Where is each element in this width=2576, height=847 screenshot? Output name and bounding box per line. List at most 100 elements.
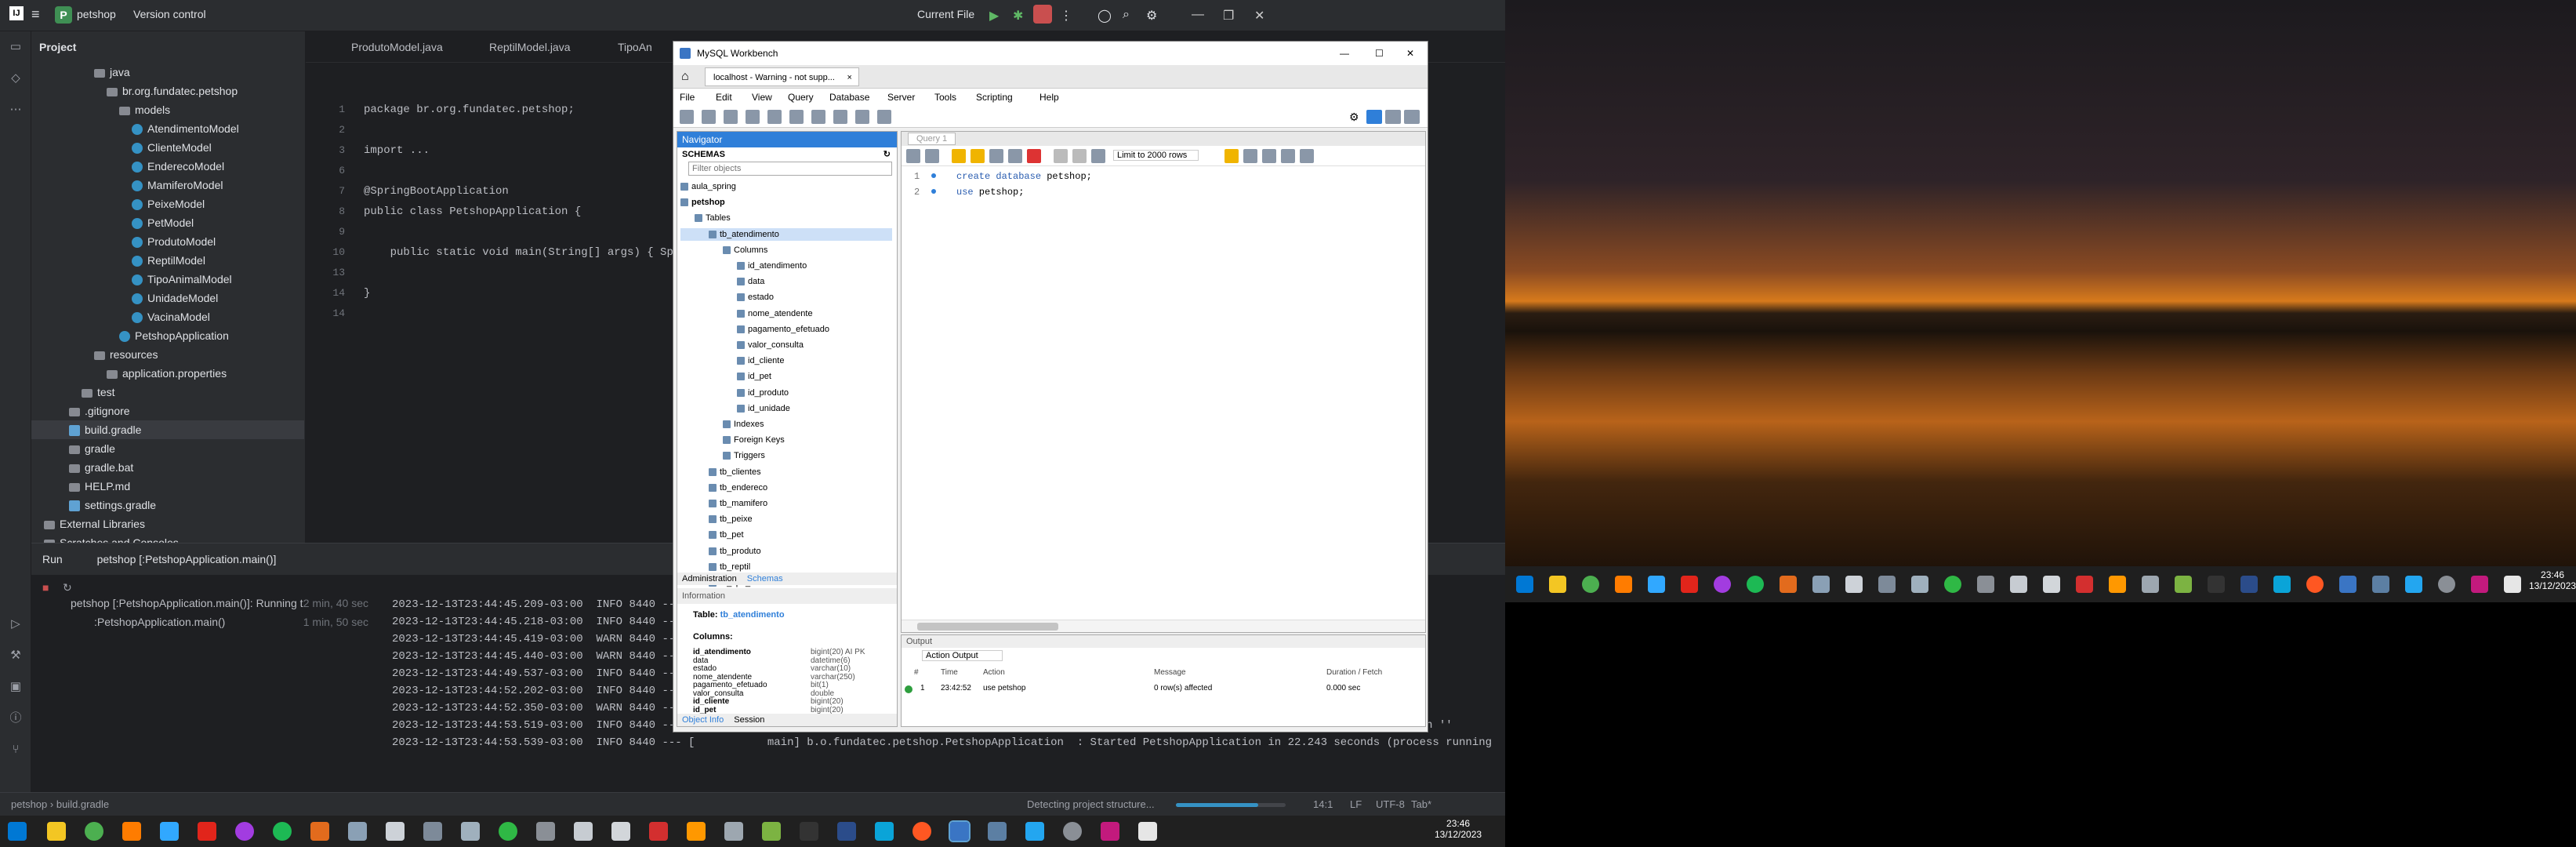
tree-item[interactable]: build.gradle bbox=[31, 420, 304, 439]
autocommit-icon[interactable] bbox=[1091, 149, 1105, 163]
layout-toggle-icon[interactable] bbox=[1404, 110, 1420, 124]
schema-tree-item[interactable]: Columns bbox=[680, 244, 892, 256]
run-icon[interactable]: ▶ bbox=[989, 8, 999, 24]
schema-tree-item[interactable]: petshop bbox=[680, 196, 892, 209]
close-icon[interactable]: ✕ bbox=[1254, 8, 1264, 24]
app-icon[interactable] bbox=[724, 822, 743, 841]
close-tab-icon[interactable]: × bbox=[847, 68, 851, 87]
create-schema-icon[interactable] bbox=[746, 110, 760, 124]
schema-tree-item[interactable]: Triggers bbox=[680, 449, 892, 462]
minimize-icon[interactable]: — bbox=[1192, 8, 1204, 22]
app-icon[interactable] bbox=[1063, 822, 1082, 841]
tab-object-info[interactable]: Object Info bbox=[682, 715, 724, 725]
tree-item[interactable]: test bbox=[31, 383, 304, 402]
wb-minimize-icon[interactable]: — bbox=[1340, 42, 1349, 65]
commit-tool-icon[interactable]: ◇ bbox=[8, 71, 24, 86]
schema-tree-item[interactable]: id_produto bbox=[680, 387, 892, 399]
menu-item[interactable]: Help bbox=[1039, 92, 1059, 103]
output-row[interactable]: 1 23:42:52 use petshop 0 row(s) affected 0.0… bbox=[902, 684, 1419, 696]
output-type-select[interactable]: Action Output bbox=[922, 650, 1003, 661]
app-icon[interactable] bbox=[2372, 576, 2389, 593]
app-icon[interactable] bbox=[912, 822, 931, 841]
scroll-thumb[interactable] bbox=[917, 623, 1058, 631]
app-icon[interactable] bbox=[2306, 576, 2324, 593]
schema-tree-item[interactable]: tb_reptil bbox=[680, 561, 892, 573]
powershell-icon[interactable] bbox=[2240, 576, 2258, 593]
app-icon[interactable] bbox=[1780, 576, 1797, 593]
tree-item[interactable]: gradle bbox=[31, 439, 304, 458]
app-icon[interactable] bbox=[574, 822, 593, 841]
sync-icon[interactable] bbox=[499, 822, 517, 841]
schema-tree-item[interactable]: Foreign Keys bbox=[680, 434, 892, 446]
acrobat-icon[interactable] bbox=[1681, 576, 1698, 593]
calculator-icon[interactable] bbox=[461, 822, 480, 841]
tree-item[interactable]: TipoAnimalModel bbox=[31, 270, 304, 289]
settings-app-icon[interactable] bbox=[386, 822, 405, 841]
tree-item[interactable]: HELP.md bbox=[31, 477, 304, 496]
steam-icon[interactable] bbox=[348, 822, 367, 841]
intellij-taskbar-icon[interactable] bbox=[2471, 576, 2488, 593]
spotify-icon[interactable] bbox=[273, 822, 292, 841]
browser-icon[interactable] bbox=[235, 822, 254, 841]
app-icon[interactable] bbox=[611, 822, 630, 841]
schema-tree-item[interactable]: tb_peixe bbox=[680, 513, 892, 525]
rerun-icon[interactable]: ↻ bbox=[63, 581, 72, 594]
query-tab[interactable]: Query 1 bbox=[908, 133, 956, 145]
spotify-icon[interactable] bbox=[1747, 576, 1764, 593]
file-encoding[interactable]: UTF-8 bbox=[1376, 798, 1405, 810]
schema-tree-item[interactable]: tb_atendimento bbox=[680, 227, 892, 241]
caret-position[interactable]: 14:1 bbox=[1313, 798, 1333, 810]
project-name-dropdown[interactable]: petshop bbox=[77, 8, 116, 20]
acrobat-icon[interactable] bbox=[198, 822, 216, 841]
app-icon[interactable] bbox=[1977, 576, 1994, 593]
schema-tree-item[interactable]: tb_endereco bbox=[680, 482, 892, 494]
explain-icon[interactable] bbox=[989, 149, 1003, 163]
app-icon[interactable] bbox=[310, 822, 329, 841]
menu-item[interactable]: Database bbox=[829, 92, 869, 103]
layout-toggle-icon[interactable] bbox=[1385, 110, 1401, 124]
run-tab[interactable]: petshop [:PetshopApplication.main()] bbox=[97, 553, 277, 565]
new-sql-tab-icon[interactable] bbox=[680, 110, 694, 124]
app-icon[interactable] bbox=[2438, 576, 2455, 593]
stop-icon[interactable] bbox=[1033, 5, 1052, 24]
menu-item[interactable]: View bbox=[752, 92, 772, 103]
toggle-error-icon[interactable] bbox=[1027, 149, 1041, 163]
tree-item[interactable]: External Libraries bbox=[31, 514, 304, 533]
wb-close-icon[interactable]: ✕ bbox=[1406, 42, 1414, 65]
vscode-icon[interactable] bbox=[1025, 822, 1044, 841]
app-icon[interactable] bbox=[2175, 576, 2192, 593]
app-icon[interactable] bbox=[2043, 576, 2060, 593]
wb-settings-icon[interactable]: ⚙ bbox=[1349, 111, 1359, 124]
tree-item[interactable]: ProdutoModel bbox=[31, 232, 304, 251]
menu-item[interactable]: Server bbox=[887, 92, 915, 103]
tree-item[interactable]: ClienteModel bbox=[31, 138, 304, 157]
tree-item[interactable]: AtendimentoModel bbox=[31, 119, 304, 138]
run-tree-item[interactable]: petshop [:PetshopApplication.main()]: Ru… bbox=[71, 597, 368, 609]
sync-icon[interactable] bbox=[1944, 576, 1961, 593]
settings-app-icon[interactable] bbox=[1845, 576, 1863, 593]
tree-item[interactable]: application.properties bbox=[31, 364, 304, 383]
maximize-icon[interactable]: ❐ bbox=[1223, 8, 1234, 24]
h-scrollbar[interactable] bbox=[902, 620, 1425, 632]
menu-item[interactable]: Scripting bbox=[976, 92, 1013, 103]
network-icon[interactable] bbox=[423, 822, 442, 841]
schema-tree-item[interactable]: data bbox=[680, 275, 892, 288]
editor-tab[interactable]: ReptilModel.java bbox=[489, 41, 571, 53]
run-tool-icon[interactable]: ▷ bbox=[8, 616, 24, 632]
run-config-dropdown[interactable]: Current File bbox=[917, 8, 974, 20]
build-tool-icon[interactable]: ⚒ bbox=[8, 648, 24, 663]
reconnect-icon[interactable] bbox=[877, 110, 891, 124]
home-icon[interactable]: ⌂ bbox=[681, 70, 689, 84]
editor-tab[interactable]: TipoAn bbox=[618, 41, 652, 53]
chrome-icon[interactable] bbox=[85, 822, 103, 841]
tree-item[interactable]: settings.gradle bbox=[31, 496, 304, 514]
tab-session[interactable]: Session bbox=[734, 715, 764, 725]
line-separator[interactable]: LF bbox=[1350, 798, 1362, 810]
chrome-icon[interactable] bbox=[1582, 576, 1599, 593]
schema-tree-item[interactable]: id_unidade bbox=[680, 402, 892, 415]
search-icon[interactable]: ⌕ bbox=[1123, 8, 1130, 22]
hamburger-menu-icon[interactable]: ≡ bbox=[31, 6, 40, 23]
schema-tree-item[interactable]: id_pet bbox=[680, 370, 892, 383]
tree-item[interactable]: UnidadeModel bbox=[31, 289, 304, 307]
find-icon[interactable] bbox=[1262, 149, 1276, 163]
